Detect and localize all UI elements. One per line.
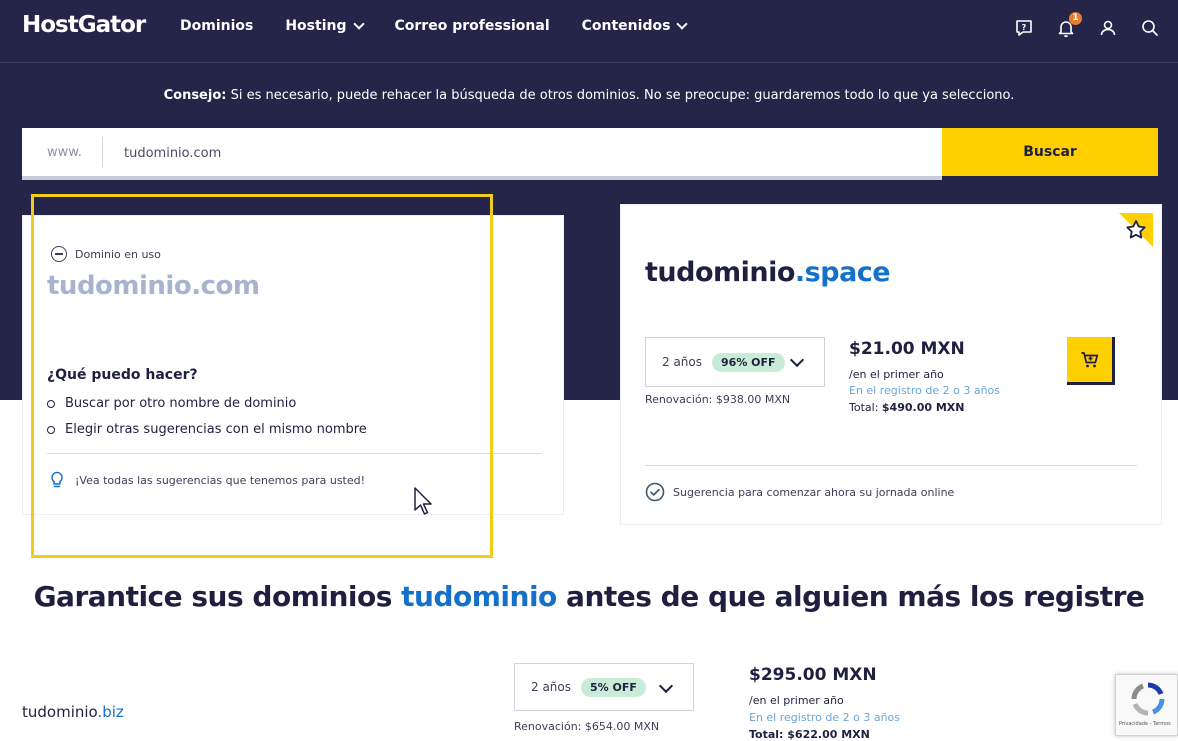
chevron-down-icon bbox=[352, 18, 365, 30]
header-actions: ? 1 bbox=[1014, 12, 1160, 38]
years-value: 2 años bbox=[531, 680, 572, 694]
nav-correo[interactable]: Correo professional bbox=[395, 18, 550, 34]
svg-text:?: ? bbox=[1022, 23, 1027, 32]
heading-part: Garantice sus dominios bbox=[33, 580, 402, 613]
registration-note: En el registro de 2 o 3 años bbox=[749, 711, 901, 724]
suggested-domain-name: tudominio.space bbox=[645, 257, 891, 288]
price-period: /en el primer año bbox=[749, 694, 844, 707]
recaptcha-links[interactable]: Privacidade - Termos bbox=[1119, 721, 1171, 727]
suggested-domain-card: tudominio.space 2 años 96% OFF Renovació… bbox=[620, 204, 1162, 525]
nav-correo-label: Correo professional bbox=[394, 18, 550, 34]
total-value: $490.00 MXN bbox=[881, 401, 965, 414]
tip-text: Si es necesario, puede rehacer la búsque… bbox=[226, 88, 1015, 103]
search-separator bbox=[102, 137, 103, 167]
discount-badge: 96% OFF bbox=[712, 352, 785, 372]
chevron-down-icon bbox=[676, 18, 689, 30]
header-divider bbox=[0, 62, 1178, 63]
nav-hosting-label: Hosting bbox=[285, 18, 347, 34]
discount-badge: 5% OFF bbox=[581, 677, 646, 697]
registration-note: En el registro de 2 o 3 años bbox=[849, 384, 1001, 397]
chevron-down-icon bbox=[658, 678, 674, 694]
top-header: HostGator Dominios Hosting Correo profes… bbox=[0, 0, 1178, 58]
domain-search-input[interactable] bbox=[122, 140, 926, 166]
search-icon[interactable] bbox=[1140, 18, 1160, 38]
list-domain-name: tudominio.biz bbox=[22, 703, 124, 721]
notifications-bell-icon[interactable]: 1 bbox=[1056, 12, 1082, 38]
domain-search-bar: www. bbox=[22, 128, 942, 180]
domain-extension: .space bbox=[794, 257, 891, 288]
years-value: 2 años bbox=[662, 355, 703, 369]
first-year-price: $295.00 MXN bbox=[749, 665, 877, 685]
nav-contenidos[interactable]: Contenidos bbox=[581, 18, 689, 34]
domain-extension: .biz bbox=[97, 703, 124, 721]
add-to-cart-button[interactable] bbox=[1067, 337, 1115, 385]
total-price: Total: $490.00 MXN bbox=[849, 401, 964, 414]
suggestion-note: Sugerencia para comenzar ahora su jornad… bbox=[645, 482, 954, 502]
main-nav: Dominios Hosting Correo professional Con… bbox=[180, 18, 689, 34]
www-prefix: www. bbox=[47, 145, 82, 160]
recaptcha-badge[interactable]: Privacidade - Termos bbox=[1115, 674, 1178, 736]
years-select[interactable]: 2 años 96% OFF bbox=[645, 337, 825, 387]
search-tip: Consejo: Si es necesario, puede rehacer … bbox=[0, 88, 1178, 103]
search-button[interactable]: Buscar bbox=[942, 128, 1158, 176]
hostgator-logo[interactable]: HostGator bbox=[22, 12, 146, 38]
domain-name-part: tudominio bbox=[22, 703, 98, 721]
recaptcha-logo-icon bbox=[1131, 682, 1165, 716]
mouse-cursor-icon bbox=[414, 487, 432, 515]
cart-icon bbox=[1081, 351, 1098, 367]
heading-highlight: tudominio bbox=[401, 580, 557, 613]
first-year-price: $21.00 MXN bbox=[849, 339, 965, 359]
domain-name-part: tudominio bbox=[645, 257, 795, 288]
price-period: /en el primer año bbox=[849, 368, 944, 381]
user-account-icon[interactable] bbox=[1098, 18, 1118, 38]
notification-badge: 1 bbox=[1069, 12, 1082, 25]
nav-dominios-label: Dominios bbox=[180, 18, 254, 34]
card-divider bbox=[645, 465, 1137, 466]
total-label: Total: bbox=[849, 401, 882, 414]
nav-hosting[interactable]: Hosting bbox=[285, 18, 365, 34]
help-chat-icon[interactable]: ? bbox=[1014, 18, 1034, 38]
nav-contenidos-label: Contenidos bbox=[581, 18, 671, 34]
renewal-price: Renovación: $654.00 MXN bbox=[514, 720, 660, 733]
section-heading: Garantice sus dominios tudominio antes d… bbox=[0, 580, 1178, 613]
tip-label: Consejo: bbox=[163, 88, 227, 103]
years-select[interactable]: 2 años 5% OFF bbox=[514, 663, 694, 711]
heading-part: antes de que alguien más los registre bbox=[556, 580, 1145, 613]
check-circle-icon bbox=[645, 482, 665, 502]
nav-dominios[interactable]: Dominios bbox=[180, 18, 253, 34]
renewal-price: Renovación: $938.00 MXN bbox=[645, 393, 791, 406]
favorite-star-icon[interactable] bbox=[1119, 213, 1153, 247]
total-price: Total: $622.00 MXN bbox=[749, 728, 870, 741]
suggestion-text: Sugerencia para comenzar ahora su jornad… bbox=[673, 485, 955, 499]
chevron-down-icon bbox=[789, 352, 805, 368]
